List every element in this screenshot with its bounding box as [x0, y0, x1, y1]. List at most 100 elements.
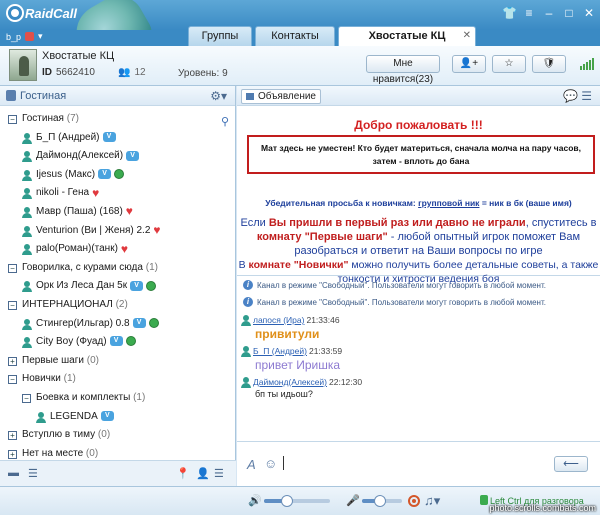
mic-slider[interactable]	[362, 495, 402, 507]
tree-user[interactable]: nikoli - Гена	[0, 184, 235, 203]
tree-user[interactable]: Стингер(Ильгар) 0.8 V	[0, 315, 235, 334]
collapse-icon[interactable]: −	[22, 393, 31, 403]
group-nick-link[interactable]: групповой ник	[418, 198, 479, 208]
speaker-icon[interactable]: 🔊	[248, 494, 262, 507]
tab-channel[interactable]: Хвостатые КЦ ✕	[338, 26, 476, 46]
tree-item-label: Говорилка, с курами сюда	[22, 261, 143, 273]
font-icon[interactable]: A	[247, 457, 256, 472]
tree-room[interactable]: − Боевка и комплекты (1)	[0, 389, 235, 408]
chat-message: Б_П (Андрей) 21:33:59 привет Иришка	[241, 345, 596, 373]
volume-slider[interactable]	[264, 495, 330, 507]
menu-icon[interactable]: ≡	[522, 6, 536, 20]
add-user-icon: 👤+	[459, 58, 479, 69]
system-message: Канал в режиме "Свободный". Пользователи…	[241, 277, 596, 294]
message-input-area[interactable]: A ☺ ⟵	[237, 443, 600, 486]
chat-log: Канал в режиме "Свободный". Пользователи…	[237, 277, 600, 442]
tree-item-count: (0)	[86, 354, 99, 366]
tab-contacts[interactable]: Контакты	[255, 26, 335, 46]
message-time: 22:12:30	[329, 377, 363, 387]
medal-icon	[114, 169, 125, 180]
maximize-icon[interactable]: □	[562, 6, 576, 20]
favorite-button[interactable]: ☆	[492, 55, 526, 73]
user-status[interactable]: b_p ▾	[6, 31, 43, 42]
collapse-icon[interactable]: −	[8, 300, 17, 310]
tree-user[interactable]: City Boy (Фуад) V	[0, 333, 235, 352]
tree-item-label: Даймонд(Алексей)	[36, 150, 124, 162]
status-icon[interactable]	[25, 32, 35, 41]
mic-icon[interactable]: 🎤	[346, 494, 360, 507]
tree-room[interactable]: − Новички (1)	[0, 370, 235, 389]
music-icon[interactable]: ♫▾	[424, 493, 440, 509]
tree-room[interactable]: + Вступлю в тиму (0)	[0, 426, 235, 445]
warning-box: Мат здесь не уместен! Кто будет материть…	[247, 135, 595, 174]
heart-icon	[126, 202, 137, 220]
tree-item-label: nikoli - Гена	[36, 187, 90, 199]
settings-icon[interactable]: ☰	[214, 467, 224, 480]
tree-item-label: Стингер(Ильгар) 0.8	[36, 317, 130, 329]
expand-icon[interactable]: +	[8, 449, 17, 459]
heart-icon	[121, 240, 132, 258]
tree-item-label: Гостиная	[22, 113, 64, 124]
announcement-button[interactable]: Объявление	[241, 89, 321, 104]
bottom-bar: 🔊 🎤 ♫▾ Left Ctrl для разговора photo.scr…	[0, 486, 600, 515]
close-tab-icon[interactable]: ✕	[463, 30, 471, 41]
vip-badge-icon: V	[100, 410, 114, 421]
tree-room[interactable]: − Гостиная (7) ⚲	[0, 110, 235, 129]
user-icon	[22, 244, 32, 256]
newcomer-info: Если Вы пришли в первый раз или давно не…	[240, 217, 597, 257]
collapse-all-icon[interactable]: ▬	[8, 467, 19, 479]
message-author[interactable]: Даймонд(Алексей)	[253, 377, 327, 387]
minimize-icon[interactable]: –	[542, 6, 556, 20]
tree-item-label: City Boy (Фуад)	[36, 336, 107, 348]
channel-tree: − Гостиная (7) ⚲ Б_П (Андрей) V Даймонд(Алекс…	[0, 106, 235, 500]
expand-icon[interactable]: +	[8, 356, 17, 366]
tree-user[interactable]: Даймонд(Алексей) V	[0, 147, 235, 166]
tree-user[interactable]: Б_П (Андрей) V	[0, 129, 235, 148]
welcome-text: Добро пожаловать !!!	[354, 118, 483, 132]
admin-icon: 🛡	[542, 58, 556, 69]
vip-badge-icon: V	[102, 131, 116, 142]
tree-user[interactable]: Ijesus (Макс) V	[0, 166, 235, 185]
tab-groups[interactable]: Группы	[188, 26, 252, 46]
left-panel-header: Гостиная ⚙▾	[0, 86, 235, 106]
collapse-icon[interactable]: −	[8, 375, 17, 385]
tree-room[interactable]: + Первые шаги (0)	[0, 352, 235, 371]
vip-badge-icon: V	[130, 280, 144, 291]
message-author[interactable]: Б_П (Андрей)	[253, 346, 307, 356]
location-icon[interactable]: 📍	[176, 467, 190, 480]
tree-room[interactable]: − ИНТЕРНАЦИОНАЛ (2)	[0, 296, 235, 315]
smiley-icon[interactable]: ☺	[264, 456, 277, 471]
close-icon[interactable]: ✕	[582, 6, 596, 20]
collapse-icon[interactable]: −	[8, 115, 17, 124]
tree-item-count: (2)	[115, 298, 128, 310]
list-view-icon[interactable]: ☰	[28, 467, 38, 480]
send-button[interactable]: ⟵	[554, 456, 588, 472]
collapse-icon[interactable]: −	[8, 263, 17, 273]
message-text: привитули	[255, 327, 320, 341]
chat-tools-icon[interactable]: 💬 ☰	[563, 89, 592, 103]
tree-tools-icon[interactable]: ⚙▾	[210, 89, 227, 103]
admin-button[interactable]: 🛡	[532, 55, 566, 73]
message-author[interactable]: лапося (Ира)	[253, 315, 304, 325]
add-member-button[interactable]: 👤+	[452, 55, 486, 73]
tree-item-label: Первые шаги	[22, 354, 84, 366]
tree-user[interactable]: LEGENDA V	[0, 408, 235, 427]
tree-user[interactable]: palo(Роман)(танк)	[0, 240, 235, 259]
user-icon	[22, 281, 32, 293]
expand-icon[interactable]: +	[8, 431, 17, 441]
tree-item-label: Боевка и комплекты	[36, 391, 131, 403]
watermark: photo.scrolls.combats.com	[489, 503, 596, 513]
user-list-icon[interactable]: 👤	[196, 467, 210, 480]
tree-user[interactable]: Орк Из Леса Дан 5к V	[0, 277, 235, 296]
channel-name: Хвостатые КЦ	[42, 50, 115, 62]
record-icon[interactable]	[408, 495, 420, 507]
tree-room[interactable]: − Говорилка, с курами сюда (1)	[0, 259, 235, 278]
tree-user[interactable]: Мавр (Паша) (168)	[0, 202, 235, 222]
member-count: 👥 12	[118, 67, 146, 78]
shirt-icon[interactable]: 👕	[502, 6, 517, 20]
channel-header: Хвостатые КЦ ID 5662410 👥 12 Уровень: 9 Мн…	[0, 46, 600, 86]
channel-avatar[interactable]	[9, 49, 37, 81]
chevron-down-icon[interactable]: ▾	[38, 31, 43, 42]
tree-user[interactable]: Venturion (Ви | Женя) 2.2	[0, 221, 235, 241]
like-button[interactable]: Мне нравится(23)	[366, 55, 440, 85]
